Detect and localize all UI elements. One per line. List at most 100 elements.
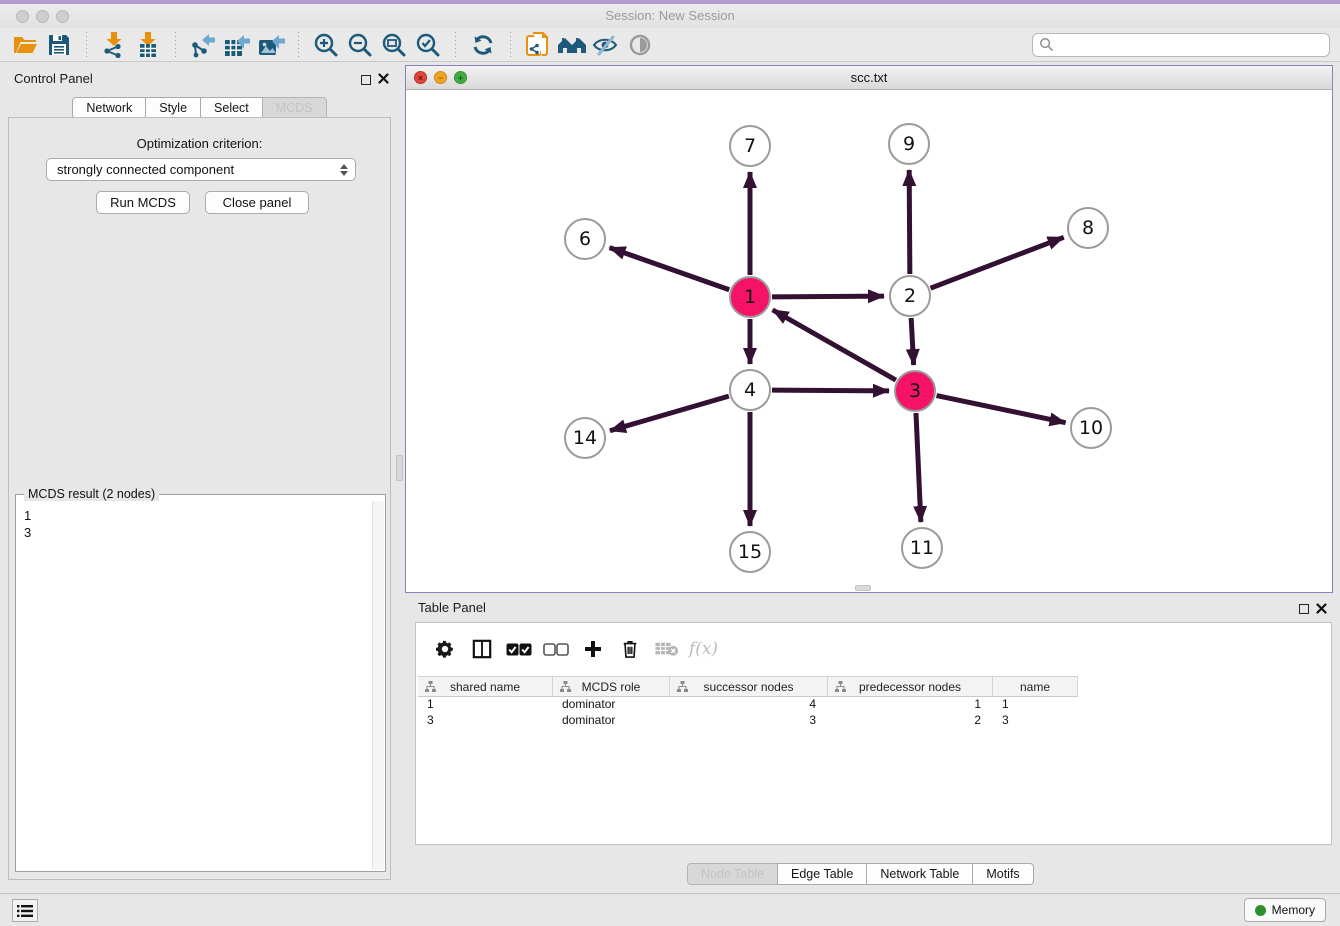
optimization-criterion-label: Optimization criterion: (9, 136, 390, 151)
tab-motifs[interactable]: Motifs (972, 863, 1033, 885)
graph-edge-1-2[interactable] (772, 296, 884, 297)
graph-node-1[interactable]: 1 (729, 276, 771, 318)
graph-edge-2-3[interactable] (911, 318, 913, 365)
graph-node-6[interactable]: 6 (564, 218, 606, 260)
graph-edge-2-8[interactable] (931, 237, 1064, 288)
table-cell: 2 (828, 712, 993, 728)
column-header-MCDS-role[interactable]: MCDS role (553, 677, 670, 696)
graph-node-10[interactable]: 10 (1070, 407, 1112, 449)
graph-edge-3-1[interactable] (773, 310, 896, 380)
graph-node-15[interactable]: 15 (729, 531, 771, 573)
toolbar-separator (510, 32, 511, 58)
memory-button[interactable]: Memory (1244, 898, 1326, 922)
graph-edges (406, 90, 1332, 592)
tab-style[interactable]: Style (145, 97, 201, 119)
graph-node-4[interactable]: 4 (729, 369, 771, 411)
graph-edge-3-10[interactable] (937, 396, 1066, 423)
mcds-result-list[interactable]: 13 (16, 501, 373, 871)
table-cell: 4 (670, 696, 828, 712)
column-header-shared-name[interactable]: shared name (418, 677, 553, 696)
table-row[interactable]: 3dominator323 (418, 712, 1078, 728)
network-frame-titlebar[interactable]: × − + scc.txt (406, 66, 1332, 90)
graph-node-2[interactable]: 2 (889, 275, 931, 317)
import-network-icon[interactable] (97, 30, 131, 60)
graph-node-11[interactable]: 11 (901, 527, 943, 569)
network-canvas[interactable]: 1 2 3 4 6 7 8 9 10 11 14 15 (406, 90, 1332, 592)
zoom-fit-icon[interactable] (377, 30, 411, 60)
hide-graphics-details-icon[interactable] (589, 30, 623, 60)
unselect-all-icon[interactable] (537, 634, 574, 664)
search-icon (1039, 37, 1054, 52)
table-settings-icon[interactable] (426, 634, 463, 664)
zoom-out-icon[interactable] (343, 30, 377, 60)
search-field[interactable] (1032, 33, 1330, 57)
delete-row-icon[interactable] (611, 634, 648, 664)
open-session-icon[interactable] (8, 30, 42, 60)
table-cell: 1 (993, 696, 1078, 712)
export-network-icon[interactable] (186, 30, 220, 60)
window-title: Session: New Session (0, 8, 1340, 23)
search-input[interactable] (1054, 35, 1329, 55)
add-row-icon[interactable] (574, 634, 611, 664)
refresh-icon[interactable] (466, 30, 500, 60)
result-scrollbar[interactable] (372, 501, 384, 870)
control-panel-title: Control Panel (14, 71, 93, 86)
criterion-select[interactable]: strongly connected component (46, 158, 356, 181)
save-session-icon[interactable] (42, 30, 76, 60)
table-cell: 3 (670, 712, 828, 728)
table-cell: 3 (993, 712, 1078, 728)
table-row[interactable]: 1dominator411 (418, 696, 1078, 712)
tab-mcds[interactable]: MCDS (262, 97, 327, 119)
graph-edge-2-9[interactable] (909, 170, 910, 274)
graph-node-9[interactable]: 9 (888, 123, 930, 165)
mcds-result-title: MCDS result (2 nodes) (24, 487, 159, 501)
import-table-icon[interactable] (131, 30, 165, 60)
close-panel-button[interactable]: Close panel (205, 191, 309, 214)
column-header-name[interactable]: name (993, 677, 1078, 696)
table-panel-tabs: Node TableEdge TableNetwork TableMotifs (688, 863, 1034, 885)
show-column-icon[interactable] (463, 634, 500, 664)
export-image-icon[interactable] (254, 30, 288, 60)
toolbar-separator (298, 32, 299, 58)
graph-node-3[interactable]: 3 (894, 370, 936, 412)
float-table-panel-icon[interactable] (1299, 601, 1309, 619)
run-mcds-button[interactable]: Run MCDS (96, 191, 190, 214)
graph-edge-3-11[interactable] (916, 413, 921, 522)
column-header-successor-nodes[interactable]: successor nodes (670, 677, 828, 696)
delete-table-icon[interactable] (648, 634, 685, 664)
column-header-predecessor-nodes[interactable]: predecessor nodes (828, 677, 993, 696)
graph-node-14[interactable]: 14 (564, 417, 606, 459)
table-rows: 1dominator4113dominator323 (418, 696, 1078, 728)
tab-network[interactable]: Network (72, 97, 146, 119)
task-history-button[interactable] (12, 899, 38, 922)
graph-node-7[interactable]: 7 (729, 125, 771, 167)
float-panel-icon[interactable] (361, 72, 371, 90)
close-table-panel-icon[interactable] (1316, 601, 1327, 619)
canvas-hscroll-thumb[interactable] (855, 585, 871, 591)
splitter-handle[interactable] (396, 455, 403, 481)
select-all-icon[interactable] (500, 634, 537, 664)
zoom-in-icon[interactable] (309, 30, 343, 60)
main-toolbar (0, 28, 1340, 62)
graph-edge-4-3[interactable] (772, 390, 889, 391)
tab-node-table[interactable]: Node Table (687, 863, 778, 885)
zoom-selected-icon[interactable] (411, 30, 445, 60)
window-titlebar: Session: New Session (0, 4, 1340, 29)
close-panel-icon[interactable] (378, 71, 389, 89)
table-panel: Table Panel (405, 595, 1340, 893)
function-builder-icon[interactable]: f(x) (685, 634, 722, 664)
graph-edge-1-6[interactable] (610, 248, 730, 290)
graph-node-8[interactable]: 8 (1067, 207, 1109, 249)
graph-edge-4-14[interactable] (610, 396, 729, 431)
table-cell: 1 (418, 696, 553, 712)
home-layout-icon[interactable] (555, 30, 589, 60)
clone-network-icon[interactable] (521, 30, 555, 60)
toolbar-separator (86, 32, 87, 58)
export-table-icon[interactable] (220, 30, 254, 60)
show-graphics-details-icon[interactable] (623, 30, 657, 60)
tab-network-table[interactable]: Network Table (866, 863, 973, 885)
tab-select[interactable]: Select (200, 97, 263, 119)
select-stepper-icon (340, 164, 348, 176)
network-frame-title: scc.txt (406, 70, 1332, 85)
tab-edge-table[interactable]: Edge Table (777, 863, 867, 885)
